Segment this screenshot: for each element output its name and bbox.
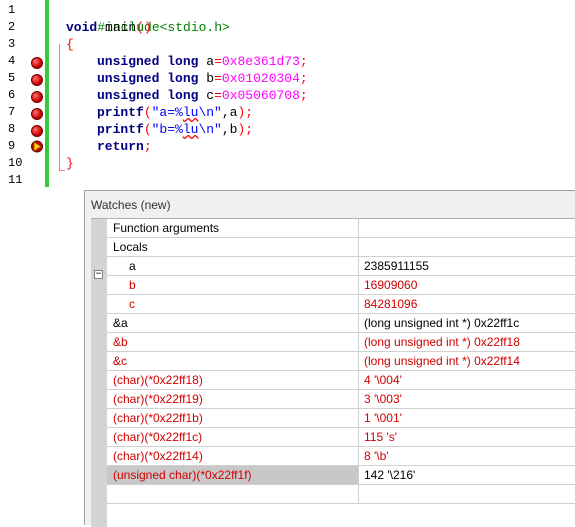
watch-row[interactable]: a 2385911155: [107, 257, 575, 276]
watch-name-input[interactable]: [107, 485, 359, 503]
code-line-8: printf("b=%lu\n",b);: [97, 122, 254, 137]
line-number: 6: [8, 88, 16, 102]
code-line-5: unsigned long b=0x01020304;: [97, 71, 308, 86]
line-number: 3: [8, 37, 16, 51]
watches-title: Watches (new): [91, 198, 171, 212]
watch-value: 142 '\216': [364, 468, 416, 482]
code-editor[interactable]: #include<stdio.h> void main() { unsigned…: [49, 0, 575, 187]
breakpoint-icon[interactable]: [31, 91, 43, 103]
watch-row[interactable]: Locals: [107, 238, 575, 257]
watch-row[interactable]: (char)(*0x22ff19) 3 '\003': [107, 390, 575, 409]
watch-value: [359, 238, 575, 256]
watch-value: (long unsigned int *) 0x22ff1c: [364, 316, 520, 330]
breakpoint-icon[interactable]: [31, 108, 43, 120]
line-number: 11: [8, 173, 23, 187]
watch-row-empty[interactable]: [107, 485, 575, 504]
code-line-3: {: [66, 37, 74, 52]
line-number: 9: [8, 139, 16, 153]
watch-value: [359, 485, 575, 503]
watch-value: 16909060: [364, 278, 418, 292]
watch-value: (long unsigned int *) 0x22ff18: [364, 335, 520, 349]
code-line-1: #include<stdio.h>: [97, 20, 230, 35]
watch-value: 1 '\001': [364, 411, 402, 425]
line-number: 10: [8, 156, 23, 170]
watch-value: (long unsigned int *) 0x22ff14: [364, 354, 520, 368]
watch-name: (char)(*0x22ff14): [107, 447, 359, 465]
line-number: 5: [8, 71, 16, 85]
watch-row[interactable]: c 84281096: [107, 295, 575, 314]
fold-end: [59, 170, 65, 171]
watch-name: a: [107, 257, 359, 275]
watch-row[interactable]: (char)(*0x22ff14) 8 '\b': [107, 447, 575, 466]
line-number: 7: [8, 105, 16, 119]
watch-name: Locals: [107, 238, 359, 256]
watch-name: (char)(*0x22ff1b): [107, 409, 359, 427]
watch-row[interactable]: (char)(*0x22ff1b) 1 '\001': [107, 409, 575, 428]
watch-name: b: [107, 276, 359, 294]
watch-row-selected[interactable]: (unsigned char)(*0x22ff1f) 142 '\216': [107, 466, 575, 485]
watch-row[interactable]: &a (long unsigned int *) 0x22ff1c: [107, 314, 575, 333]
line-number: 2: [8, 20, 16, 34]
current-line-arrow-icon: [31, 140, 43, 153]
watch-value: 8 '\b': [364, 449, 389, 463]
watch-name: (char)(*0x22ff18): [107, 371, 359, 389]
watch-value: [359, 219, 575, 237]
code-line-7: printf("a=%lu\n",a);: [97, 105, 254, 120]
tree-gutter: [91, 219, 107, 527]
code-line-2: void main(): [66, 20, 152, 35]
watch-name: &c: [107, 352, 359, 370]
breakpoint-icon[interactable]: [31, 57, 43, 69]
watch-name: (char)(*0x22ff19): [107, 390, 359, 408]
watch-value: 4 '\004': [364, 373, 402, 387]
line-number: 1: [8, 3, 16, 17]
watch-value: 3 '\003': [364, 392, 402, 406]
watch-name: (char)(*0x22ff1c): [107, 428, 359, 446]
line-number-gutter[interactable]: 1 2 3 4 5 6 7 8 9 10 11: [0, 0, 45, 187]
watch-row[interactable]: &c (long unsigned int *) 0x22ff14: [107, 352, 575, 371]
watch-value: 84281096: [364, 297, 418, 311]
watch-row[interactable]: b 16909060: [107, 276, 575, 295]
watch-name: &a: [107, 314, 359, 332]
code-line-10: }: [66, 156, 74, 171]
watch-name: (unsigned char)(*0x22ff1f): [107, 466, 359, 484]
watch-value: 115 's': [364, 430, 398, 444]
fold-line: [59, 44, 60, 170]
collapse-icon[interactable]: −: [94, 270, 103, 279]
watch-name: &b: [107, 333, 359, 351]
watch-name: c: [107, 295, 359, 313]
watch-row[interactable]: Function arguments: [107, 219, 575, 238]
line-number: 8: [8, 122, 16, 136]
breakpoint-icon[interactable]: [31, 125, 43, 137]
code-line-4: unsigned long a=0x8e361d73;: [97, 54, 308, 69]
watch-row[interactable]: &b (long unsigned int *) 0x22ff18: [107, 333, 575, 352]
breakpoint-icon[interactable]: [31, 74, 43, 86]
code-line-6: unsigned long c=0x05060708;: [97, 88, 308, 103]
watch-value: 2385911155: [364, 259, 429, 273]
watch-name: Function arguments: [107, 219, 359, 237]
watches-grid[interactable]: − Function arguments Locals a 2385911155…: [91, 218, 575, 527]
watch-row[interactable]: (char)(*0x22ff18) 4 '\004': [107, 371, 575, 390]
code-line-9: return;: [97, 139, 152, 154]
watch-row[interactable]: (char)(*0x22ff1c) 115 's': [107, 428, 575, 447]
watches-panel[interactable]: Watches (new) − Function arguments Local…: [84, 190, 575, 527]
line-number: 4: [8, 54, 16, 68]
